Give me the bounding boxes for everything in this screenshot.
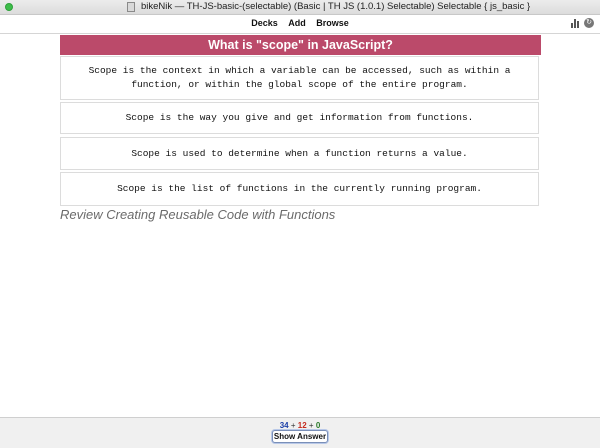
question-heading: What is "scope" in JavaScript? [60,35,541,55]
plus-separator: + [308,421,314,430]
add-link[interactable]: Add [288,18,306,28]
window-zoom-button[interactable] [5,3,13,11]
main-toolbar: Decks Add Browse ↻ [0,15,600,34]
bar-chart-icon[interactable] [571,19,580,28]
answer-choice-4[interactable]: Scope is the list of functions in the cu… [60,172,539,206]
review-topic-link[interactable]: Review Creating Reusable Code with Funct… [60,207,335,222]
browse-link[interactable]: Browse [316,18,349,28]
due-counts: 34 + 12 + 0 [0,421,600,430]
answer-choice-3[interactable]: Scope is used to determine when a functi… [60,137,539,170]
decks-link[interactable]: Decks [251,18,278,28]
review-count: 0 [315,421,321,430]
new-count: 34 [279,421,289,430]
answer-choice-1[interactable]: Scope is the context in which a variable… [60,56,539,100]
answer-choice-2[interactable]: Scope is the way you give and get inform… [60,102,539,134]
bottom-bar: 34 + 12 + 0 Show Answer [0,417,600,448]
document-icon [127,2,135,12]
window-title-bar: bikeNik — TH-JS-basic-(selectable) (Basi… [0,0,600,15]
top-nav: Decks Add Browse [0,18,600,28]
sync-icon[interactable]: ↻ [584,18,594,28]
learn-count: 12 [297,421,307,430]
plus-separator: + [290,421,296,430]
window-title: bikeNik — TH-JS-basic-(selectable) (Basi… [141,1,531,12]
show-answer-button[interactable]: Show Answer [272,430,328,443]
